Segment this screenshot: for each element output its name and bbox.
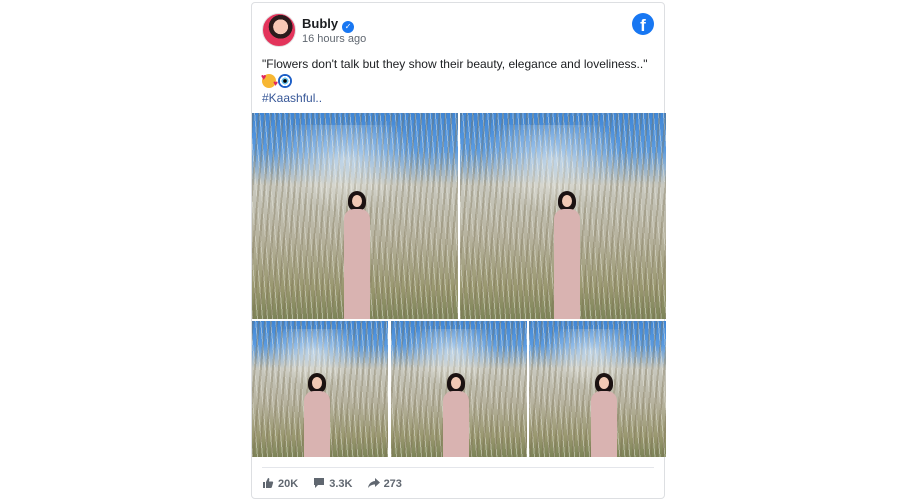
person-face <box>312 376 322 389</box>
facebook-post-embed: Bubly ✓ 16 hours ago f "Flowers don't tal… <box>251 2 666 499</box>
post-photo-1[interactable] <box>252 113 458 319</box>
facebook-logo-icon[interactable]: f <box>632 13 654 35</box>
person-dress <box>554 209 580 319</box>
person-dress <box>344 209 370 319</box>
share-count-label: 273 <box>383 478 402 490</box>
nazar-amulet-icon <box>278 73 292 88</box>
comment-icon <box>314 478 325 488</box>
person-face <box>451 376 461 389</box>
person-face <box>599 376 609 389</box>
like-count[interactable]: 20K <box>262 477 298 490</box>
post-header: Bubly ✓ 16 hours ago f <box>262 13 654 53</box>
author-name[interactable]: Bubly <box>302 16 338 31</box>
person-figure <box>342 191 372 319</box>
person-figure <box>552 191 582 319</box>
post-photo-5[interactable] <box>529 321 666 457</box>
share-icon <box>367 478 380 488</box>
person-figure <box>441 372 471 457</box>
post-photo-4[interactable] <box>391 321 527 457</box>
post-emojis <box>261 72 292 88</box>
post-text: "Flowers don't talk but they show their … <box>262 56 654 89</box>
post-hashtag[interactable]: #Kaashful.. <box>262 91 322 105</box>
verified-badge-icon: ✓ <box>342 21 355 33</box>
smiling-face-with-hearts-icon <box>261 72 278 88</box>
post-stats: 20K 3.3K 273 <box>262 477 414 493</box>
post-photo-2[interactable] <box>460 113 666 319</box>
comment-count-label: 3.3K <box>329 478 353 490</box>
post-caption: "Flowers don't talk but they show their … <box>262 57 648 71</box>
person-figure <box>589 372 619 457</box>
like-count-label: 20K <box>278 478 299 490</box>
person-dress <box>304 390 330 457</box>
stats-divider <box>262 467 654 468</box>
person-figure <box>302 372 332 457</box>
author-avatar[interactable] <box>262 13 296 47</box>
like-icon <box>263 478 274 488</box>
person-dress <box>443 390 469 457</box>
post-photo-3[interactable] <box>252 321 388 457</box>
comment-count[interactable]: 3.3K <box>313 477 353 490</box>
person-dress <box>591 390 617 457</box>
post-timestamp[interactable]: 16 hours ago <box>302 33 366 45</box>
share-count[interactable]: 273 <box>367 477 402 490</box>
author-name-row: Bubly ✓ <box>302 16 355 33</box>
